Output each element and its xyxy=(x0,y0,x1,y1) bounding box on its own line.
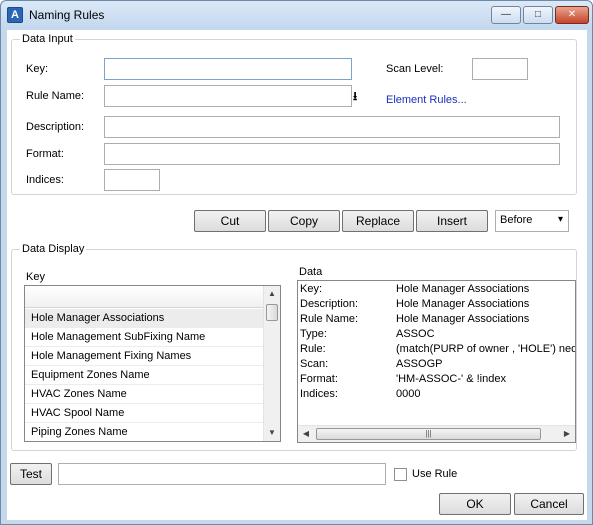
maximize-button[interactable]: □ xyxy=(523,6,553,24)
test-input[interactable] xyxy=(58,463,386,485)
description-label: Description: xyxy=(26,121,85,133)
list-item[interactable]: Hole Management SubFixing Name xyxy=(25,328,263,347)
close-button[interactable]: ✕ xyxy=(555,6,589,24)
test-button[interactable]: Test xyxy=(10,463,52,485)
detail-value: ASSOC xyxy=(396,328,435,340)
rule-name-input[interactable] xyxy=(104,85,352,107)
list-item[interactable]: Hole Manager Associations xyxy=(25,309,263,328)
detail-value: Hole Manager Associations xyxy=(396,313,530,325)
ok-button[interactable]: OK xyxy=(439,493,511,515)
app-logo-icon: A xyxy=(7,7,23,23)
window-title: Naming Rules xyxy=(29,8,105,22)
scroll-right-icon[interactable]: ▶ xyxy=(559,426,575,442)
list-item[interactable]: Equipment Zones Name xyxy=(25,366,263,385)
detail-value: 0000 xyxy=(396,388,421,400)
detail-key: Indices: xyxy=(300,388,338,400)
indices-input[interactable] xyxy=(104,169,160,191)
detail-value: Hole Manager Associations xyxy=(396,283,530,295)
hscroll-thumb[interactable]: ||| xyxy=(316,428,541,440)
format-label: Format: xyxy=(26,148,64,160)
key-list-scrollbar[interactable]: ▲ ▼ xyxy=(263,286,280,441)
key-list[interactable]: Hole Manager Associations Hole Management… xyxy=(24,285,281,442)
detail-key: Description: xyxy=(300,298,359,310)
download-icon[interactable]: ⭳ xyxy=(353,87,357,108)
format-input[interactable] xyxy=(104,143,560,165)
detail-key: Key: xyxy=(300,283,323,295)
detail-key: Rule Name: xyxy=(300,313,359,325)
scroll-left-icon[interactable]: ◀ xyxy=(298,426,314,442)
data-header: Data xyxy=(299,266,323,278)
position-select[interactable]: Before ▾ xyxy=(495,210,569,232)
replace-button[interactable]: Replace xyxy=(342,210,414,232)
detail-key: Format: xyxy=(300,373,338,385)
detail-value: (match(PURP of owner , 'HOLE') neq xyxy=(396,343,576,355)
details-panel[interactable]: Key: Hole Manager Associations Description… xyxy=(297,280,576,443)
key-input[interactable] xyxy=(104,58,352,80)
list-item[interactable]: HVAC Zones Name xyxy=(25,385,263,404)
detail-key: Rule: xyxy=(300,343,326,355)
detail-value: ASSOGP xyxy=(396,358,443,370)
insert-button[interactable]: Insert xyxy=(416,210,488,232)
scroll-up-icon[interactable]: ▲ xyxy=(264,286,280,302)
use-rule-checkbox[interactable] xyxy=(394,468,407,481)
position-select-value: Before xyxy=(500,214,533,226)
data-input-legend: Data Input xyxy=(22,33,73,45)
description-input[interactable] xyxy=(104,116,560,138)
naming-rules-window: A Naming Rules — □ ✕ Data Input Key: Sca… xyxy=(0,0,593,525)
cut-button[interactable]: Cut xyxy=(194,210,266,232)
list-item[interactable]: Hole Management Fixing Names xyxy=(25,347,263,366)
detail-key: Type: xyxy=(300,328,327,340)
element-rules-link[interactable]: Element Rules... xyxy=(386,94,467,106)
list-item[interactable]: Piping Zones Name xyxy=(25,423,263,441)
rule-name-label: Rule Name: xyxy=(26,90,85,102)
key-list-header: Key xyxy=(26,271,45,283)
detail-key: Scan: xyxy=(300,358,329,370)
dialog-client: Data Input Key: Scan Level: Rule Name: ⭳… xyxy=(7,30,587,520)
chevron-down-icon: ▾ xyxy=(557,214,563,225)
indices-label: Indices: xyxy=(26,174,64,186)
copy-button[interactable]: Copy xyxy=(268,210,340,232)
details-hscrollbar[interactable]: ◀ ||| ▶ xyxy=(298,425,575,442)
scroll-thumb[interactable] xyxy=(266,304,278,321)
cancel-button[interactable]: Cancel xyxy=(514,493,584,515)
list-header xyxy=(25,286,263,308)
data-display-legend: Data Display xyxy=(22,243,85,255)
minimize-button[interactable]: — xyxy=(491,6,521,24)
detail-value: Hole Manager Associations xyxy=(396,298,530,310)
scan-level-input[interactable] xyxy=(472,58,528,80)
scroll-down-icon[interactable]: ▼ xyxy=(264,425,280,441)
title-bar: A Naming Rules — □ ✕ xyxy=(1,1,592,29)
scan-level-label: Scan Level: xyxy=(386,63,444,75)
use-rule-label: Use Rule xyxy=(412,468,458,480)
detail-value: 'HM-ASSOC-' & !index xyxy=(396,373,506,385)
key-label: Key: xyxy=(26,63,49,75)
list-item[interactable]: HVAC Spool Name xyxy=(25,404,263,423)
